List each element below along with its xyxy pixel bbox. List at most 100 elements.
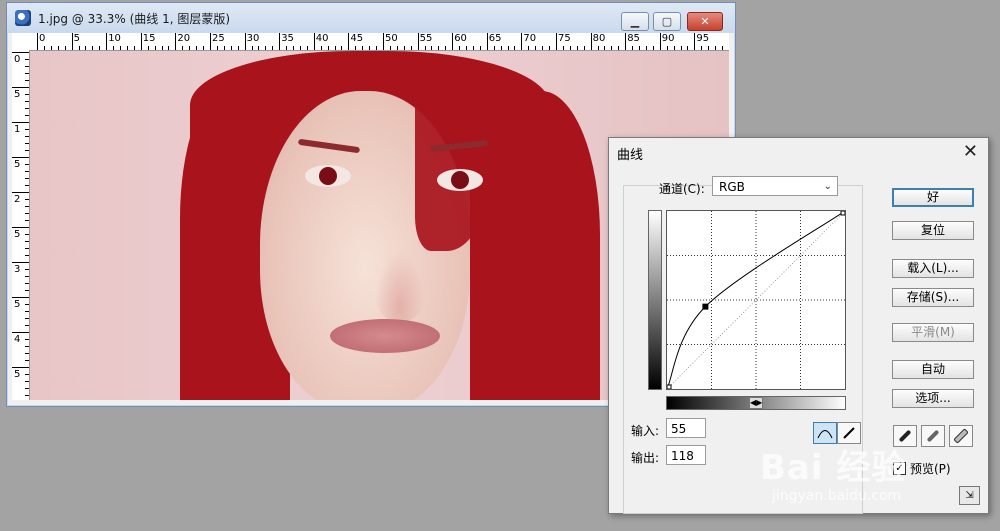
- lips: [330, 319, 440, 353]
- ruler-left-tick: [25, 66, 29, 67]
- ruler-top-tick: [424, 46, 426, 50]
- dialog-title: 曲线: [617, 148, 644, 163]
- white-eyedropper-button[interactable]: [949, 425, 973, 447]
- expand-dialog-button[interactable]: ⇲: [959, 486, 980, 505]
- ruler-top-tick: [293, 46, 295, 50]
- ruler-top-tick: [313, 33, 315, 50]
- ruler-top-tick: [722, 46, 724, 50]
- photoshop-app-icon: [15, 10, 31, 26]
- ruler-top-tick: [583, 46, 585, 50]
- reset-button[interactable]: 复位: [892, 221, 974, 240]
- close-document-button[interactable]: ✕: [687, 12, 723, 31]
- ruler-top-tick: [71, 33, 73, 50]
- ruler-left-tick: [25, 304, 29, 305]
- ruler-top-tick: [417, 33, 419, 50]
- ok-button[interactable]: 好: [892, 188, 974, 207]
- ruler-top-tick: [452, 33, 454, 50]
- ruler-top-label: 50: [385, 33, 398, 44]
- curve-control-point[interactable]: [702, 303, 709, 310]
- curve-control-point[interactable]: [666, 384, 672, 390]
- document-title: 1.jpg @ 33.3% (曲线 1, 图层蒙版): [38, 11, 231, 26]
- ruler-top-tick: [597, 46, 599, 50]
- ruler-top-tick: [383, 33, 384, 50]
- ruler-left-label: 5: [14, 159, 21, 170]
- ruler-left-tick: [25, 241, 29, 242]
- ruler-left-tick: [25, 346, 29, 347]
- ruler-top-tick: [168, 46, 170, 50]
- ruler-top-tick: [680, 46, 682, 50]
- ruler-left-tick: [25, 339, 29, 340]
- curve-control-point[interactable]: [840, 210, 846, 216]
- options-button[interactable]: 选项...: [892, 389, 974, 408]
- output-field[interactable]: 118: [666, 445, 706, 465]
- gray-eyedropper-button[interactable]: [921, 425, 945, 447]
- ruler-top-tick: [57, 46, 59, 50]
- ruler-top-tick: [445, 46, 447, 50]
- ruler-top-tick: [576, 46, 578, 50]
- ruler-top-tick: [78, 46, 80, 50]
- ruler-left-label: 5: [14, 369, 21, 380]
- minimize-button[interactable]: ▁: [621, 12, 649, 31]
- ruler-top-label: 80: [592, 33, 606, 44]
- ruler-top-tick: [237, 46, 239, 50]
- ruler-top-tick: [666, 46, 668, 50]
- ruler-left-tick: [25, 129, 29, 130]
- document-titlebar[interactable]: 1.jpg @ 33.3% (曲线 1, 图层蒙版) ▁ ▢ ✕: [7, 3, 735, 33]
- ruler-horizontal[interactable]: 0510152025303540455055606570758085909510: [29, 33, 729, 51]
- ruler-vertical[interactable]: 0 5 1 5 2 5 3 5 4 5: [12, 50, 30, 400]
- ruler-top-tick: [625, 33, 627, 50]
- auto-button[interactable]: 自动: [892, 360, 974, 379]
- smooth-button: 平滑(M): [892, 323, 974, 342]
- ruler-top-tick: [639, 46, 641, 50]
- ruler-top-tick: [50, 46, 52, 50]
- restore-button[interactable]: ▢: [653, 12, 681, 31]
- ruler-left-tick: [25, 325, 29, 326]
- ruler-top-label: 65: [488, 33, 502, 44]
- eye-left: [305, 165, 351, 187]
- gray-eyedropper-icon: [926, 429, 940, 443]
- output-gradient-bar: [648, 210, 662, 390]
- save-button[interactable]: 存储(S)...: [892, 288, 974, 307]
- ruler-top-tick: [389, 46, 391, 50]
- ruler-left-label: 1: [14, 124, 21, 135]
- input-label: 输入:: [631, 424, 660, 438]
- ruler-top-tick: [85, 46, 87, 50]
- ruler-top-tick: [466, 46, 468, 50]
- ruler-left-tick: [25, 59, 29, 60]
- ruler-left-tick: [25, 73, 29, 74]
- ruler-top-tick: [715, 46, 717, 50]
- ruler-left-tick: [25, 199, 29, 200]
- ruler-left-tick: [25, 136, 29, 137]
- ruler-left-tick: [25, 388, 29, 389]
- ruler-left-tick: [25, 206, 29, 207]
- curve-svg: [666, 210, 846, 390]
- ruler-top-tick: [556, 33, 557, 50]
- ruler-top-label: 40: [315, 33, 329, 44]
- ruler-top-tick: [659, 33, 661, 50]
- channel-select[interactable]: RGB ⌄: [712, 176, 838, 196]
- input-field[interactable]: 55: [666, 418, 706, 438]
- ruler-top-tick: [431, 46, 433, 50]
- output-label: 输出:: [631, 451, 660, 465]
- dialog-close-icon[interactable]: ✕: [963, 141, 978, 162]
- ruler-top-tick: [486, 33, 488, 50]
- ruler-left-tick: [25, 108, 29, 109]
- ruler-top-label: 45: [350, 33, 364, 44]
- ruler-top-tick: [223, 46, 225, 50]
- ruler-left-tick: [25, 374, 29, 375]
- ruler-top-tick: [161, 46, 163, 50]
- ruler-left-tick: [12, 122, 29, 123]
- close-icon: ✕: [700, 15, 710, 28]
- ruler-top-label: 35: [281, 33, 294, 44]
- channel-label: 通道(C):: [659, 182, 705, 196]
- ruler-top-tick: [113, 46, 115, 50]
- ruler-top-tick: [590, 33, 592, 50]
- curve-graph[interactable]: [666, 210, 846, 390]
- ruler-left-tick: [25, 353, 29, 354]
- ruler-top-tick: [327, 46, 329, 50]
- ruler-top-tick: [542, 46, 544, 50]
- ruler-top-tick: [299, 46, 301, 50]
- gradient-toggle-icon[interactable]: ◀▶: [749, 397, 763, 409]
- load-button[interactable]: 载入(L)...: [892, 259, 974, 278]
- ruler-left-label: 3: [14, 264, 21, 275]
